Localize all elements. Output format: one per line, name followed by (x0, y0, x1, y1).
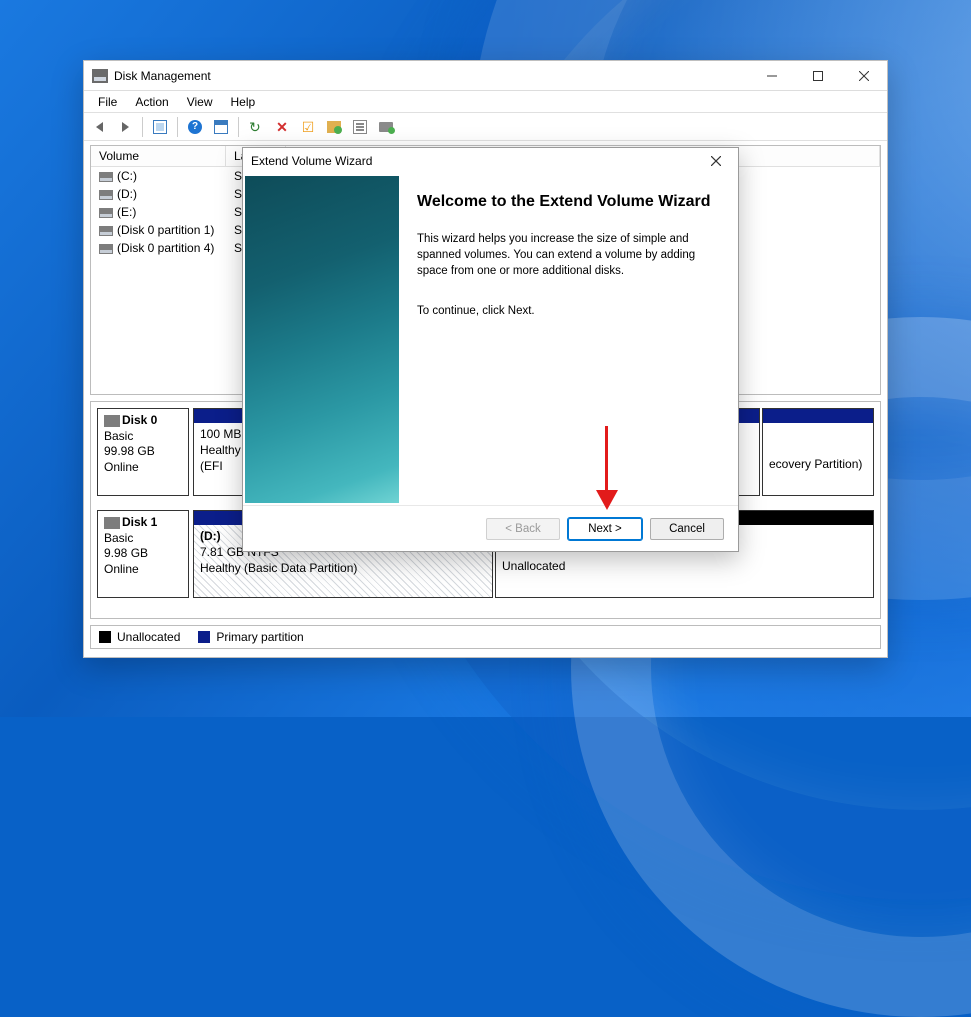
volume-name: (C:) (117, 169, 137, 183)
part-line1: (D:) (200, 529, 221, 543)
disk0-status: Online (104, 460, 139, 474)
help-button[interactable]: ? (184, 116, 206, 138)
volume-icon (99, 172, 113, 182)
volume-name: (Disk 0 partition 1) (117, 223, 214, 237)
menu-view[interactable]: View (179, 93, 221, 111)
disk-icon (104, 517, 120, 529)
wizard-continue-text: To continue, click Next. (417, 305, 718, 317)
column-volume[interactable]: Volume (91, 146, 226, 166)
close-button[interactable] (841, 61, 887, 91)
rescan-button[interactable]: ☑ (297, 116, 319, 138)
toolbar: ? ✕ ☑ (84, 113, 887, 141)
disk0-size: 99.98 GB (104, 444, 155, 458)
part-line3: Healthy (Basic Data Partition) (200, 561, 357, 575)
volume-icon (99, 244, 113, 254)
next-button[interactable]: Next > (568, 518, 642, 540)
disk1-label[interactable]: Disk 1 Basic 9.98 GB Online (97, 510, 189, 598)
disk-icon (379, 122, 393, 132)
partition-bar-primary (763, 409, 873, 423)
refresh-button[interactable] (245, 116, 267, 138)
arrow-left-icon (96, 122, 103, 132)
disk1-status: Online (104, 562, 139, 576)
disk0-title: Disk 0 (122, 413, 157, 427)
menu-help[interactable]: Help (223, 93, 264, 111)
volume-name: (E:) (117, 205, 136, 219)
refresh-icon (249, 120, 263, 134)
volume-name: (Disk 0 partition 4) (117, 241, 214, 255)
panel-icon (153, 120, 167, 134)
properties-button[interactable] (349, 116, 371, 138)
part-line3: Healthy (EFI (200, 443, 241, 473)
help-icon: ? (188, 120, 202, 134)
disk-management-icon (92, 69, 108, 83)
legend-primary-label: Primary partition (216, 630, 303, 644)
disk-settings-button[interactable] (375, 116, 397, 138)
volume-name: (D:) (117, 187, 137, 201)
settings-icon (214, 120, 228, 134)
disk1-type: Basic (104, 531, 133, 545)
part-line3: Unallocated (502, 559, 565, 573)
legend-unallocated-label: Unallocated (117, 630, 180, 644)
swatch-black (99, 631, 111, 643)
menubar: File Action View Help (84, 91, 887, 113)
window-title: Disk Management (114, 69, 211, 83)
legend-primary: Primary partition (198, 630, 303, 644)
volume-icon (99, 208, 113, 218)
volume-icon (99, 190, 113, 200)
back-button: < Back (486, 518, 560, 540)
wizard-heading: Welcome to the Extend Volume Wizard (417, 192, 718, 213)
disk0-partition-recovery[interactable]: ecovery Partition) (762, 408, 874, 496)
menu-action[interactable]: Action (127, 93, 176, 111)
part-line3: ecovery Partition) (769, 457, 862, 471)
wizard-banner (245, 176, 399, 503)
legend: Unallocated Primary partition (90, 625, 881, 649)
wizard-close-button[interactable] (702, 150, 730, 172)
disk0-type: Basic (104, 429, 133, 443)
properties-icon (353, 120, 367, 134)
check-icon: ☑ (302, 120, 315, 134)
cancel-button[interactable]: Cancel (650, 518, 724, 540)
minimize-button[interactable] (749, 61, 795, 91)
legend-unallocated: Unallocated (99, 630, 180, 644)
wizard-description: This wizard helps you increase the size … (417, 231, 718, 279)
menu-file[interactable]: File (90, 93, 125, 111)
wizard-title: Extend Volume Wizard (251, 154, 372, 168)
attach-button[interactable] (323, 116, 345, 138)
wizard-content: Welcome to the Extend Volume Wizard This… (401, 174, 738, 505)
forward-button[interactable] (114, 116, 136, 138)
part-line2: 100 MB (200, 427, 241, 441)
volume-icon (99, 226, 113, 236)
delete-button[interactable]: ✕ (271, 116, 293, 138)
disk1-title: Disk 1 (122, 515, 157, 529)
maximize-button[interactable] (795, 61, 841, 91)
disk1-size: 9.98 GB (104, 546, 148, 560)
titlebar[interactable]: Disk Management (84, 61, 887, 91)
attach-icon (327, 121, 341, 133)
swatch-blue (198, 631, 210, 643)
show-hide-button[interactable] (149, 116, 171, 138)
extend-volume-wizard-dialog: Extend Volume Wizard Welcome to the Exte… (242, 147, 739, 552)
arrow-right-icon (122, 122, 129, 132)
back-button[interactable] (88, 116, 110, 138)
settings-button[interactable] (210, 116, 232, 138)
disk0-label[interactable]: Disk 0 Basic 99.98 GB Online (97, 408, 189, 496)
wizard-footer: < Back Next > Cancel (243, 505, 738, 551)
delete-icon: ✕ (276, 120, 288, 134)
wizard-titlebar[interactable]: Extend Volume Wizard (243, 148, 738, 174)
disk-icon (104, 415, 120, 427)
